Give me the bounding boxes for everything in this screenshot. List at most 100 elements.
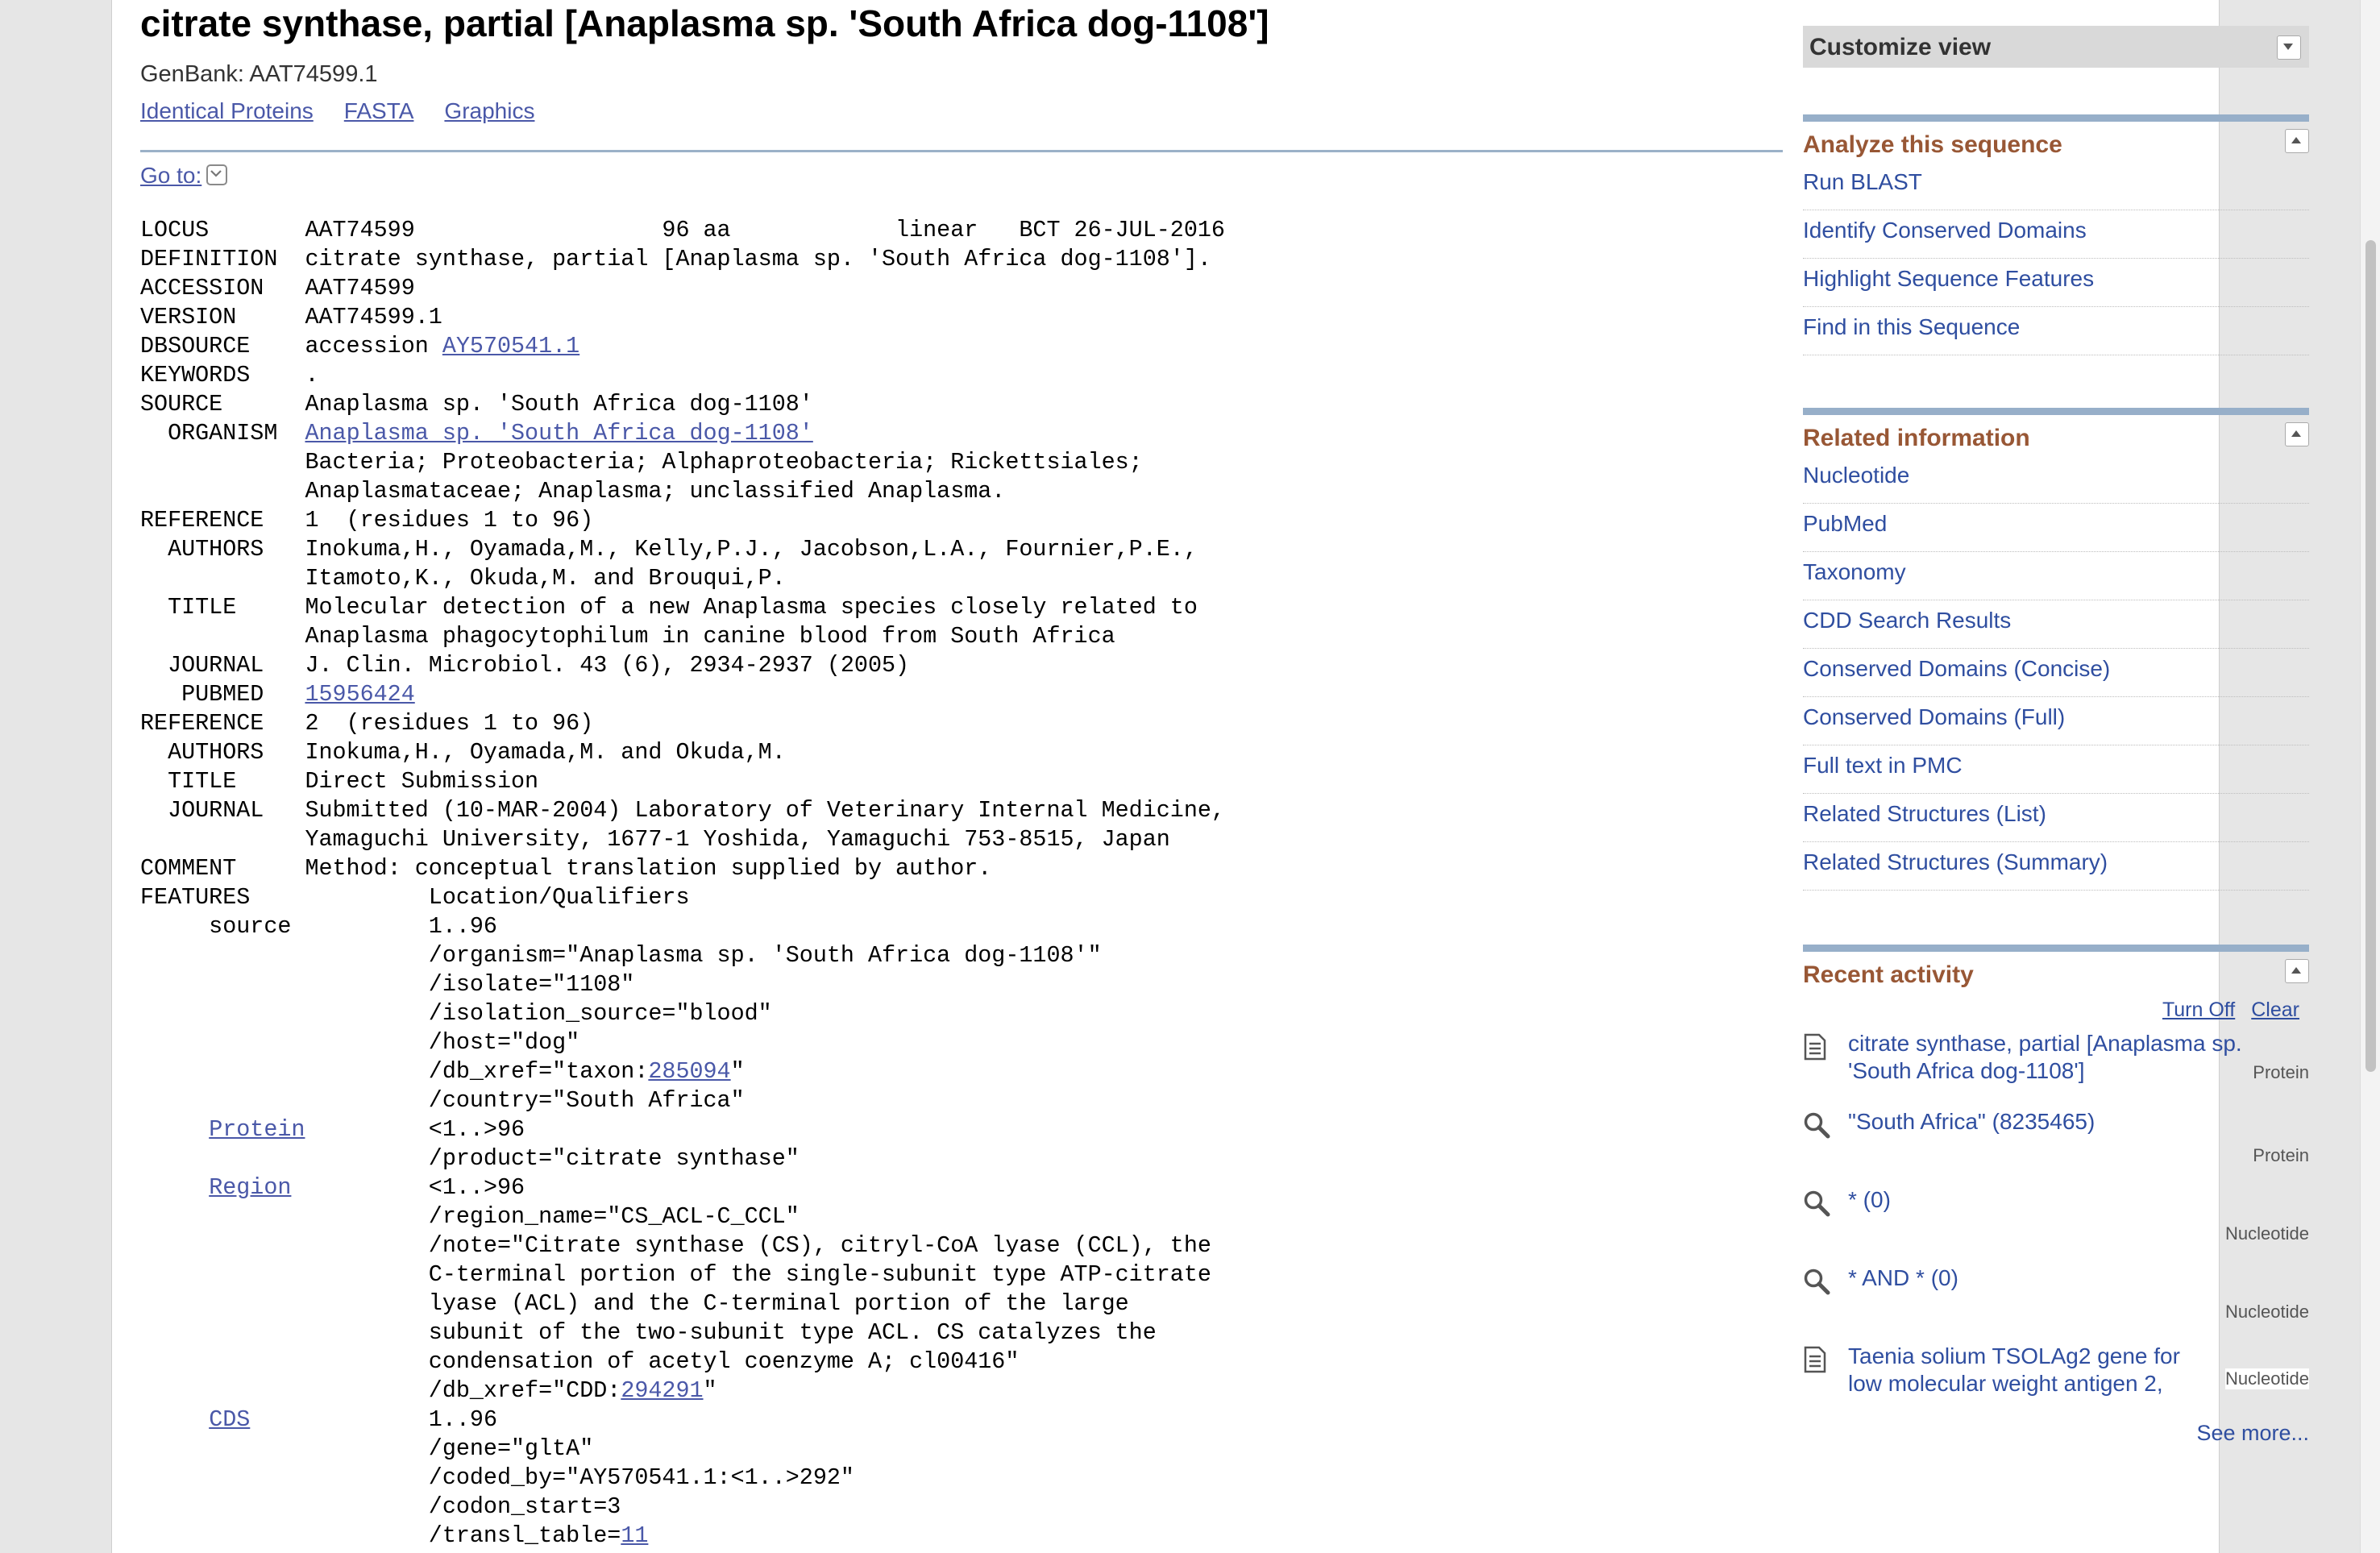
qualifier-line: /country="South Africa" <box>140 1087 745 1114</box>
pubmed-link[interactable]: 15956424 <box>305 681 414 708</box>
genbank-accession: GenBank: AAT74599.1 <box>140 61 378 87</box>
chevron-down-icon[interactable] <box>2277 35 2301 60</box>
customize-view-label[interactable]: Customize view <box>1809 34 1991 61</box>
qualifier-line: condensation of acetyl coenzyme A; cl004… <box>140 1348 1020 1375</box>
related-nucleotide-link[interactable]: Nucleotide <box>1803 455 2309 504</box>
organism-link[interactable]: Anaplasma sp. 'South Africa dog-1108' <box>305 420 812 446</box>
journal-line: JOURNAL Submitted (10-MAR-2004) Laborato… <box>140 797 1225 824</box>
authors-line: AUTHORS Inokuma,H., Oyamada,M., Kelly,P.… <box>140 536 1198 563</box>
lineage-line: Bacteria; Proteobacteria; Alphaproteobac… <box>140 449 1143 475</box>
collapse-icon[interactable] <box>2285 129 2309 153</box>
genpept-flatfile: LOCUS AAT74599 96 aa linear BCT 26-JUL-2… <box>140 216 1225 1551</box>
qualifier-line: /product="citrate synthase" <box>140 1145 800 1172</box>
recent-item-title[interactable]: Taenia solium TSOLAg2 gene for low molec… <box>1848 1343 2219 1397</box>
protein-feature-link[interactable]: Protein <box>209 1116 305 1143</box>
run-blast-link[interactable]: Run BLAST <box>1803 162 2309 210</box>
qualifier-line: /gene="gltA" <box>140 1435 594 1462</box>
recent-item[interactable]: * (0) Nucleotide <box>1803 1178 2309 1256</box>
recent-activity-portlet: Recent activity Turn Off Clear citrate sy… <box>1803 945 2309 1446</box>
scrollbar-thumb[interactable] <box>2365 240 2376 1072</box>
portlet-bar <box>1803 408 2309 415</box>
feature-indent <box>140 1116 209 1143</box>
region-feature-link[interactable]: Region <box>209 1174 291 1201</box>
related-pubmed-link[interactable]: PubMed <box>1803 504 2309 552</box>
qualifier-quote: " <box>703 1377 717 1404</box>
reference-line: REFERENCE 2 (residues 1 to 96) <box>140 710 594 737</box>
authors-line: Itamoto,K., Okuda,M. and Brouqui,P. <box>140 565 786 592</box>
fasta-link[interactable]: FASTA <box>344 98 414 123</box>
recent-item-title[interactable]: "South Africa" (8235465) <box>1848 1108 2299 1136</box>
vertical-scrollbar[interactable] <box>2360 0 2380 1553</box>
feature-location: <1..>96 <box>305 1116 525 1143</box>
recent-item-db: Protein <box>2253 1145 2309 1165</box>
recent-item-title[interactable]: * AND * (0) <box>1848 1264 2299 1292</box>
recent-item[interactable]: "South Africa" (8235465) Protein <box>1803 1100 2309 1178</box>
definition-line: DEFINITION citrate synthase, partial [An… <box>140 246 1211 272</box>
highlight-sequence-features-link[interactable]: Highlight Sequence Features <box>1803 259 2309 307</box>
identical-proteins-link[interactable]: Identical Proteins <box>140 98 314 123</box>
turn-off-link[interactable]: Turn Off <box>2162 999 2235 1021</box>
format-links: Identical Proteins FASTA Graphics <box>140 98 565 124</box>
reference-line: REFERENCE 1 (residues 1 to 96) <box>140 507 594 534</box>
recent-item-db: Protein <box>2253 1062 2309 1082</box>
see-more-link[interactable]: See more... <box>1803 1421 2309 1446</box>
recent-item-db: Nucleotide <box>2225 1223 2309 1244</box>
recent-item-title[interactable]: * (0) <box>1848 1186 2299 1214</box>
goto-label[interactable]: Go to: <box>140 163 201 188</box>
qualifier-line: /db_xref="CDD: <box>140 1377 621 1404</box>
feature-indent <box>140 1174 209 1201</box>
search-icon <box>1803 1111 1830 1143</box>
goto-menu[interactable]: Go to: <box>140 163 228 189</box>
authors-line: AUTHORS Inokuma,H., Oyamada,M. and Okuda… <box>140 739 786 766</box>
document-icon <box>1803 1346 1827 1377</box>
related-structures-summary-link[interactable]: Related Structures (Summary) <box>1803 842 2309 891</box>
header-divider <box>140 150 1783 152</box>
qualifier-line: /isolate="1108" <box>140 971 635 998</box>
cds-feature-link[interactable]: CDS <box>209 1406 250 1433</box>
related-information-portlet: Related information Nucleotide PubMed Ta… <box>1803 408 2309 891</box>
accession-line: ACCESSION AAT74599 <box>140 275 415 301</box>
qualifier-line: /isolation_source="blood" <box>140 1000 772 1027</box>
transl-table-link[interactable]: 11 <box>621 1522 648 1549</box>
qualifier-line: /note="Citrate synthase (CS), citryl-CoA… <box>140 1232 1211 1259</box>
related-pmc-link[interactable]: Full text in PMC <box>1803 745 2309 794</box>
lineage-line: Anaplasmataceae; Anaplasma; unclassified… <box>140 478 1006 505</box>
recent-item[interactable]: Taenia solium TSOLAg2 gene for low molec… <box>1803 1335 2309 1413</box>
related-taxonomy-link[interactable]: Taxonomy <box>1803 552 2309 600</box>
taxon-link[interactable]: 285094 <box>648 1058 730 1085</box>
related-conserved-full-link[interactable]: Conserved Domains (Full) <box>1803 697 2309 745</box>
recent-item[interactable]: citrate synthase, partial [Anaplasma sp.… <box>1803 1022 2309 1100</box>
related-structures-list-link[interactable]: Related Structures (List) <box>1803 794 2309 842</box>
identify-conserved-domains-link[interactable]: Identify Conserved Domains <box>1803 210 2309 259</box>
title-line: Anaplasma phagocytophilum in canine bloo… <box>140 623 1115 650</box>
recent-actions: Turn Off Clear <box>1803 999 2309 1022</box>
qualifier-quote: " <box>730 1058 745 1085</box>
collapse-icon[interactable] <box>2285 422 2309 446</box>
related-cdd-search-link[interactable]: CDD Search Results <box>1803 600 2309 649</box>
qualifier-line: /region_name="CS_ACL-C_CCL" <box>140 1203 800 1230</box>
qualifier-line: subunit of the two-subunit type ACL. CS … <box>140 1319 1157 1346</box>
cdd-link[interactable]: 294291 <box>621 1377 703 1404</box>
collapse-icon[interactable] <box>2285 959 2309 983</box>
dbsource-link[interactable]: AY570541.1 <box>442 333 579 359</box>
portlet-bar <box>1803 945 2309 952</box>
find-in-sequence-link[interactable]: Find in this Sequence <box>1803 307 2309 355</box>
related-conserved-concise-link[interactable]: Conserved Domains (Concise) <box>1803 649 2309 697</box>
feature-source-line: source 1..96 <box>140 913 497 940</box>
page-title: citrate synthase, partial [Anaplasma sp.… <box>140 2 1269 44</box>
qualifier-line: /host="dog" <box>140 1029 580 1056</box>
chevron-down-icon[interactable] <box>206 164 228 185</box>
portlet-title: Recent activity <box>1803 961 1974 988</box>
comment-line: COMMENT Method: conceptual translation s… <box>140 855 992 882</box>
document-icon <box>1803 1033 1827 1065</box>
recent-item-title[interactable]: citrate synthase, partial [Anaplasma sp.… <box>1848 1030 2299 1085</box>
clear-link[interactable]: Clear <box>2251 999 2299 1021</box>
dbsource-label: DBSOURCE accession <box>140 333 442 359</box>
graphics-link[interactable]: Graphics <box>444 98 534 123</box>
version-line: VERSION AAT74599.1 <box>140 304 442 330</box>
page: citrate synthase, partial [Anaplasma sp.… <box>111 0 2309 1553</box>
customize-view-bar[interactable]: Customize view <box>1803 26 2309 68</box>
keywords-line: KEYWORDS . <box>140 362 319 388</box>
recent-item[interactable]: * AND * (0) Nucleotide <box>1803 1256 2309 1335</box>
title-line: TITLE Molecular detection of a new Anapl… <box>140 594 1198 621</box>
